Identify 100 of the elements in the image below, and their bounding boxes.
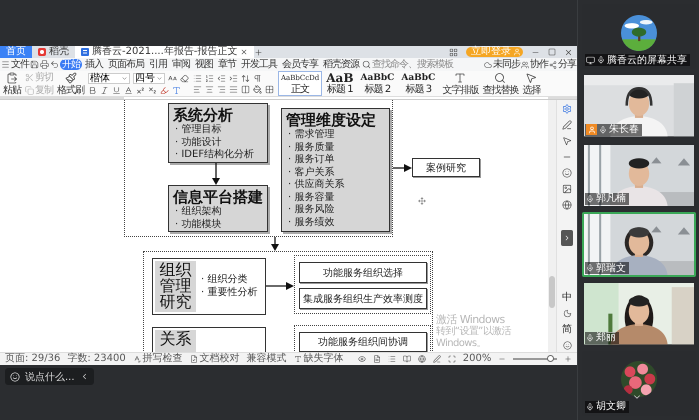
font-size-icon[interactable] — [168, 74, 177, 82]
ribbon-tool-button[interactable]: 选择 — [522, 72, 540, 96]
ribbon-tool-button[interactable]: 文字排版 — [442, 72, 478, 96]
close-icon[interactable] — [564, 48, 573, 56]
outdent-icon[interactable] — [217, 74, 226, 82]
page-view-icon[interactable] — [372, 355, 381, 363]
text-layout-icon — [454, 72, 466, 84]
menu-tab[interactable]: 稻壳资源 — [321, 59, 361, 70]
pen-icon[interactable] — [562, 120, 572, 130]
eye-icon[interactable] — [358, 355, 366, 363]
chat-button[interactable]: 说点什么... — [5, 368, 94, 385]
bullet-item: · 服务质量 — [287, 142, 336, 154]
eraser-icon[interactable] — [180, 74, 189, 82]
menu-tab[interactable]: 开发工具 — [239, 59, 279, 70]
bullet-item: · 服务风险 — [287, 204, 336, 216]
indent-icon[interactable] — [229, 74, 238, 82]
scrollbar[interactable] — [548, 100, 556, 352]
text-color-icon[interactable] — [172, 86, 181, 94]
menu-icon[interactable] — [1, 60, 10, 69]
mic-icon — [586, 334, 594, 342]
ime-indicator[interactable]: 中 — [562, 292, 572, 303]
bold-icon[interactable] — [88, 86, 97, 94]
moon-icon[interactable] — [562, 309, 572, 318]
menu-tab[interactable]: 页面布局 — [106, 59, 146, 70]
font-family-field[interactable]: 楷体 — [88, 72, 130, 84]
align-left-icon[interactable] — [193, 84, 202, 94]
paragraph-icon[interactable] — [253, 74, 262, 82]
style-preset[interactable]: AaBbC 标题 3 — [398, 71, 438, 96]
print-icon[interactable] — [40, 60, 49, 69]
box-title: 关系 — [155, 330, 196, 352]
highlighter-icon[interactable] — [160, 86, 169, 94]
fit-icon[interactable] — [448, 355, 456, 363]
bullet-item: · 管理目标 — [174, 124, 222, 136]
search-icon[interactable] — [362, 60, 371, 69]
ime-indicator[interactable]: 简 — [562, 324, 572, 335]
menu-tab[interactable]: 视图 — [193, 59, 215, 70]
menu-tab[interactable]: 会员专享 — [280, 59, 320, 70]
host-icon — [586, 124, 597, 136]
status-text[interactable]: 拼写检查 — [142, 353, 183, 365]
outline-view-icon[interactable] — [388, 355, 396, 363]
file-check-icon — [190, 355, 198, 363]
font-size-field[interactable]: 四号 — [133, 72, 165, 84]
bullet-list-icon[interactable] — [193, 74, 202, 82]
align-center-icon[interactable] — [205, 84, 214, 94]
slider-thumb[interactable] — [547, 355, 554, 362]
search-field[interactable]: 查找命令、搜索模板 — [372, 58, 456, 70]
shading-icon[interactable] — [253, 84, 262, 94]
menu-action-button[interactable]: 未同步 — [484, 58, 520, 70]
app-tab[interactable]: 腾香云-2021....年报告-报告正文 — [75, 46, 254, 58]
ribbon-tool-button[interactable]: 查找替换 — [482, 72, 518, 96]
undo-icon[interactable] — [50, 60, 59, 69]
superscript-icon[interactable] — [136, 86, 145, 94]
status-text[interactable]: 缺失字体 — [304, 353, 344, 365]
menu-action-button[interactable]: 分享 — [549, 58, 576, 70]
app-tab[interactable]: 稻壳 — [32, 46, 75, 58]
save-icon[interactable] — [30, 60, 39, 69]
web-view-icon[interactable] — [418, 355, 426, 363]
borders-icon[interactable] — [265, 84, 274, 94]
font-color-icon[interactable] — [124, 86, 133, 94]
reading-view-icon[interactable] — [402, 355, 411, 363]
menu-action-button[interactable]: 协作 — [521, 58, 548, 70]
format-painter-button[interactable]: 格式刷 — [57, 72, 84, 96]
pointer-icon[interactable] — [562, 136, 572, 146]
restore-icon[interactable] — [548, 48, 556, 56]
app-tab[interactable]: 首页 — [0, 46, 32, 58]
menu-tab[interactable]: 开始 — [60, 59, 82, 70]
image-icon[interactable] — [562, 184, 572, 194]
pen-icon[interactable] — [432, 355, 441, 363]
arrow — [266, 281, 294, 291]
new-tab-icon[interactable] — [254, 48, 264, 56]
menu-tab[interactable]: 审阅 — [170, 59, 192, 70]
underline-icon[interactable] — [112, 86, 121, 94]
mic-icon — [586, 402, 594, 411]
file-menu[interactable]: 文件 — [11, 58, 29, 70]
menu-tab[interactable]: 引用 — [147, 59, 169, 70]
name-tag: 朱长春 — [585, 124, 642, 136]
numbered-list-icon[interactable] — [205, 74, 214, 82]
subscript-icon[interactable] — [148, 86, 157, 94]
align-right-icon[interactable] — [217, 84, 226, 94]
paste-button[interactable]: 粘贴 — [3, 72, 21, 96]
layout-icon[interactable] — [449, 48, 458, 56]
menu-tab[interactable]: 插入 — [83, 59, 105, 70]
status-text[interactable]: 文档校对 — [200, 353, 240, 365]
settings-icon[interactable] — [562, 104, 572, 114]
collapse-button[interactable] — [561, 230, 573, 246]
style-preset[interactable]: AaBbC 标题 2 — [357, 71, 398, 96]
status-text[interactable]: 兼容模式 — [246, 353, 287, 365]
justify-icon[interactable] — [229, 84, 238, 94]
menu-tab[interactable]: 章节 — [216, 59, 238, 70]
columns-icon[interactable] — [241, 84, 250, 94]
style-preset[interactable]: AaB 标题 1 — [323, 71, 356, 96]
sort-icon[interactable] — [241, 74, 250, 82]
close-icon[interactable] — [240, 48, 248, 56]
zoom-in-icon[interactable] — [564, 355, 572, 363]
mic-icon — [597, 56, 605, 64]
smiley-icon[interactable] — [562, 341, 572, 350]
globe-icon[interactable] — [562, 200, 572, 210]
smiley-icon[interactable] — [562, 168, 572, 178]
italic-icon[interactable] — [100, 86, 109, 94]
mic-icon — [586, 194, 594, 203]
